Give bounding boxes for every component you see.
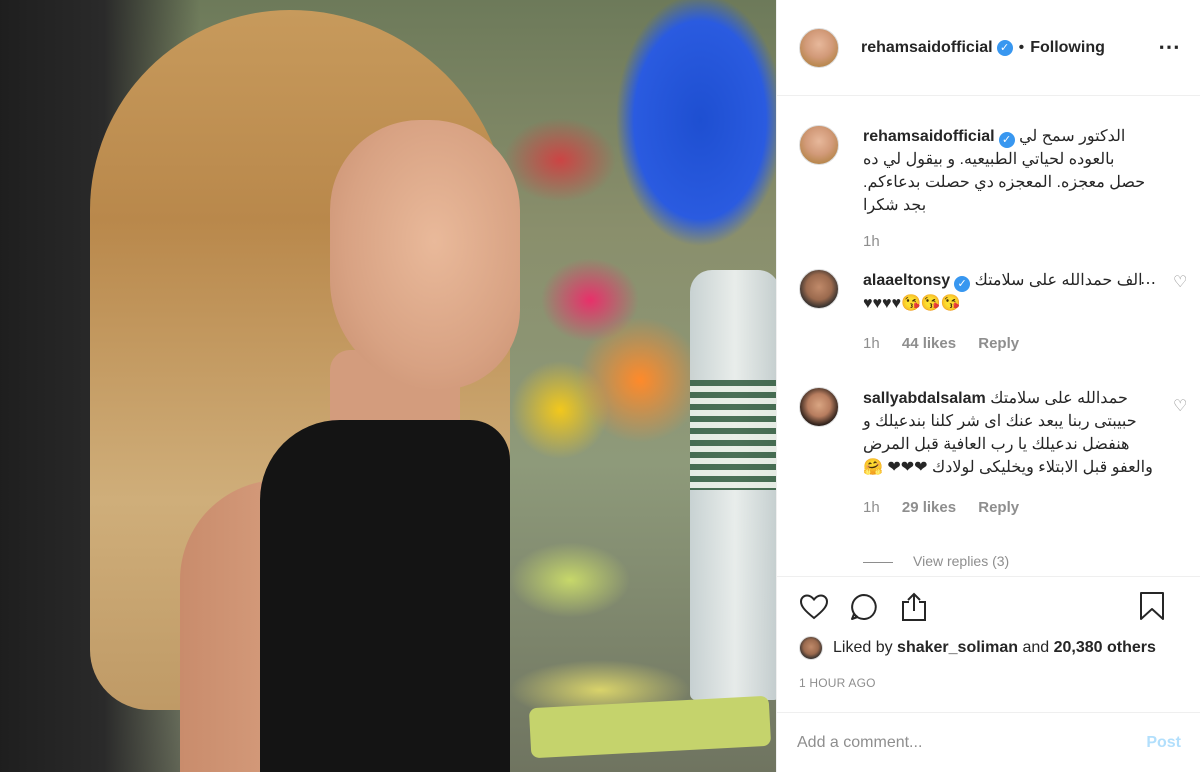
likes-summary: Liked by shaker_soliman and 20,380 other… xyxy=(799,636,1199,660)
likes-and: and xyxy=(1022,639,1050,656)
share-icon[interactable] xyxy=(897,590,931,624)
table-napkin xyxy=(528,695,772,759)
comment-meta: 1h 29 likes Reply xyxy=(863,499,1153,516)
heart-icon[interactable] xyxy=(797,590,831,624)
liker-username[interactable]: shaker_soliman xyxy=(897,639,1018,657)
commenter-avatar[interactable] xyxy=(799,387,839,427)
post-header: rehamsaidofficial ✓ • Following ⋯ xyxy=(777,0,1200,96)
comment-time[interactable]: 1h xyxy=(863,499,880,516)
woman-face xyxy=(330,120,520,390)
comment-meta: 1h 44 likes Reply xyxy=(863,335,1153,352)
follow-status-button[interactable]: Following xyxy=(1030,39,1105,57)
comment-username[interactable]: sallyabdalsalam xyxy=(863,390,986,407)
view-replies-link[interactable]: View replies (3) xyxy=(863,553,1009,569)
replies-divider-line xyxy=(863,561,893,563)
liker-avatar[interactable] xyxy=(799,636,823,660)
comments-list[interactable]: rehamsaidofficial ✓ الدكتور سمح لي بالعود… xyxy=(777,97,1200,575)
comment-options-icon[interactable]: ⋯ xyxy=(1140,273,1157,293)
reply-button[interactable]: Reply xyxy=(978,335,1019,352)
post-side-panel: rehamsaidofficial ✓ • Following ⋯ rehams… xyxy=(776,0,1200,772)
caption-username[interactable]: rehamsaidofficial xyxy=(863,128,995,145)
commenter-avatar[interactable] xyxy=(799,269,839,309)
separator-dot: • xyxy=(1018,38,1025,56)
author-username[interactable]: rehamsaidofficial xyxy=(861,39,993,57)
post-image[interactable] xyxy=(0,0,776,772)
more-options-icon[interactable]: ⋯ xyxy=(1158,34,1181,60)
post-timestamp[interactable]: 1 HOUR AGO xyxy=(799,676,876,690)
woman-dress xyxy=(260,420,510,772)
post-comment-button[interactable]: Post xyxy=(1146,734,1181,752)
comment-text-block: sallyabdalsalam حمدالله على سلامتك حبيبت… xyxy=(863,387,1153,479)
comment-like-heart-icon[interactable]: ♡ xyxy=(1173,399,1189,415)
comment-icon[interactable] xyxy=(847,590,881,624)
comment-row: alaaeltonsy ✓ الف حمدالله على سلامتك 😘😘😘♥… xyxy=(799,269,1189,359)
bottle-label xyxy=(690,380,776,490)
verified-badge-icon: ✓ xyxy=(996,39,1013,56)
comment-like-heart-icon[interactable]: ♡ xyxy=(1173,275,1189,291)
likes-others-count[interactable]: 20,380 others xyxy=(1054,639,1156,657)
caption-row: rehamsaidofficial ✓ الدكتور سمح لي بالعود… xyxy=(799,125,1189,255)
comment-text-block: alaaeltonsy ✓ الف حمدالله على سلامتك 😘😘😘♥… xyxy=(863,269,1153,315)
author-avatar[interactable] xyxy=(799,125,839,165)
caption-text-block: rehamsaidofficial ✓ الدكتور سمح لي بالعود… xyxy=(863,125,1153,217)
comment-time[interactable]: 1h xyxy=(863,335,880,352)
action-bar xyxy=(777,576,1200,636)
reply-button[interactable]: Reply xyxy=(978,499,1019,516)
bookmark-icon[interactable] xyxy=(1135,589,1169,623)
author-avatar[interactable] xyxy=(799,27,839,68)
caption-meta: 1h xyxy=(863,233,1153,250)
verified-badge-icon: ✓ xyxy=(998,132,1015,148)
likes-prefix: Liked by xyxy=(833,639,893,656)
comment-likes[interactable]: 44 likes xyxy=(902,335,956,352)
comment-input[interactable] xyxy=(797,733,1147,752)
comment-likes[interactable]: 29 likes xyxy=(902,499,956,516)
verified-badge-icon: ✓ xyxy=(954,276,971,292)
comment-username[interactable]: alaaeltonsy xyxy=(863,272,950,289)
caption-time[interactable]: 1h xyxy=(863,233,880,250)
comment-composer: Post xyxy=(777,712,1200,772)
comment-row: sallyabdalsalam حمدالله على سلامتك حبيبت… xyxy=(799,387,1189,552)
view-replies-label: View replies (3) xyxy=(913,553,1010,569)
